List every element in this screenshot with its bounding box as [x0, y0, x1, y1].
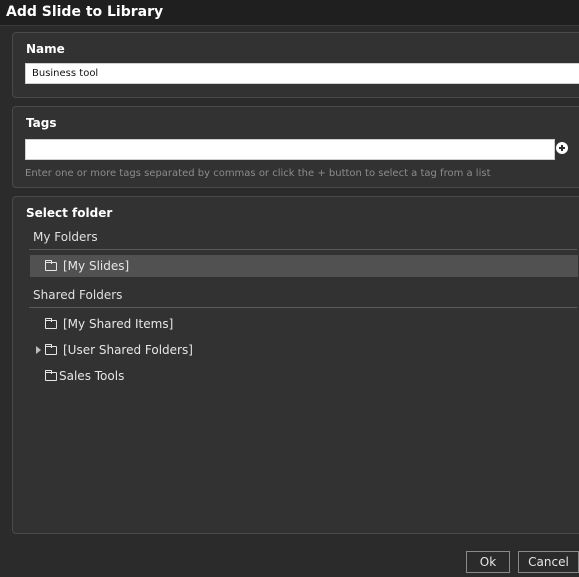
tags-help-text: Enter one or more tags separated by comm…	[25, 168, 491, 179]
my-folders-title: My Folders	[33, 230, 98, 244]
name-label: Name	[26, 42, 65, 56]
folder-item-label: [My Slides]	[63, 259, 130, 273]
name-input[interactable]	[25, 63, 579, 84]
my-folders-divider	[29, 249, 577, 250]
name-section: Name	[12, 32, 579, 98]
folder-item-my-shared-items[interactable]: [My Shared Items]	[30, 313, 578, 335]
folder-icon	[45, 370, 57, 381]
tags-label: Tags	[26, 116, 57, 130]
folder-item-user-shared-folders[interactable]: [User Shared Folders]	[30, 339, 578, 361]
cancel-button[interactable]: Cancel	[518, 551, 579, 573]
shared-folders-title: Shared Folders	[33, 288, 123, 302]
ok-button[interactable]: Ok	[466, 551, 510, 573]
dialog-titlebar: Add Slide to Library	[0, 0, 579, 26]
select-folder-section: Select folder My Folders [My Slides] Sha…	[12, 196, 579, 534]
folder-item-my-slides[interactable]: [My Slides]	[30, 255, 578, 277]
shared-folders-divider	[29, 307, 577, 308]
tags-section: Tags Enter one or more tags separated by…	[12, 106, 579, 188]
folder-item-sales-tools[interactable]: Sales Tools	[30, 365, 578, 387]
tags-input[interactable]	[25, 139, 555, 160]
folder-icon	[45, 260, 57, 271]
folder-item-label: [My Shared Items]	[63, 317, 174, 331]
dialog-title: Add Slide to Library	[6, 4, 164, 20]
folder-item-label: Sales Tools	[59, 369, 125, 383]
plus-circle-icon[interactable]	[556, 142, 568, 154]
folder-icon	[45, 318, 57, 329]
select-folder-label: Select folder	[26, 206, 113, 220]
expand-arrow-icon[interactable]	[36, 346, 41, 354]
folder-item-label: [User Shared Folders]	[63, 343, 193, 357]
folder-icon	[45, 344, 57, 355]
